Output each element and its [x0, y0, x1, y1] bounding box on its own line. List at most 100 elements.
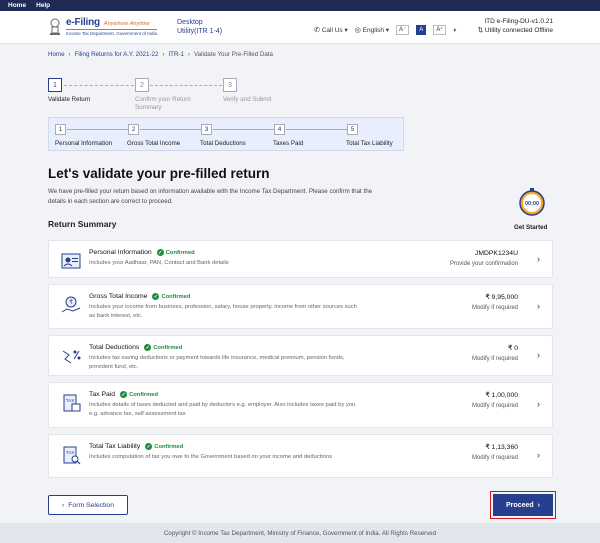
step-label: Validate Return [48, 96, 91, 103]
page-title: Let's validate your pre-filled return [48, 166, 270, 181]
top-nav-bar: Home Help [0, 0, 600, 11]
card-personal-information[interactable]: Personal Information ✓ Confirmed Includes … [48, 240, 553, 278]
confirmed-badge: ✓ Confirmed [152, 293, 190, 300]
substep-label: Total Tax Liability [346, 140, 393, 147]
card-value-main: ₹ 1,13,360 [485, 444, 518, 451]
step-validate-return: 1 Validate Return [48, 78, 118, 104]
substep-number: 2 [128, 124, 139, 135]
card-value-main: ₹ 0 [508, 345, 518, 352]
breadcrumb-home[interactable]: Home [48, 51, 65, 58]
utility-line2: Utility(ITR 1-4) [177, 28, 223, 35]
confirmed-badge: ✓ Confirmed [120, 391, 158, 398]
badge-text: Confirmed [165, 249, 195, 256]
chevron-left-icon: ‹ [62, 501, 65, 509]
card-description: Includes your Aadhaar, PAN, Contact and … [89, 260, 229, 266]
card-gross-total-income[interactable]: ₹ Gross Total Income ✓ Confirmed Includes … [48, 284, 553, 329]
chevron-right-icon: › [537, 501, 540, 509]
version-text: ITD e-Filing-DU-v1.0.21 [484, 18, 553, 25]
substep-connector [213, 129, 275, 130]
national-emblem-icon [50, 18, 60, 35]
card-value-sub: Modify if required [471, 403, 518, 409]
form-selection-button[interactable]: ‹ Form Selection [48, 495, 128, 515]
step-number: 1 [48, 78, 62, 92]
substep-gross-income[interactable]: 2 Gross Total Income [127, 124, 180, 147]
header-tools: ✆ Call Us ▾ ◎ English ▾ A⁻ A A⁺ ◐ [314, 25, 458, 35]
check-icon: ✓ [152, 293, 160, 300]
breadcrumb-filing-returns[interactable]: Filing Returns for A.Y. 2021-22 [75, 51, 159, 58]
substep-label: Total Deductions [200, 140, 246, 147]
income-hand-icon: ₹ [61, 296, 81, 313]
font-decrease-button[interactable]: A⁻ [396, 25, 410, 35]
proceed-label: Proceed [506, 501, 534, 509]
substep-deductions[interactable]: 3 Total Deductions [200, 124, 246, 147]
card-total-deductions[interactable]: Total Deductions ✓ Confirmed Includes tax … [48, 335, 553, 376]
card-value: ₹ 0 Modify if required [472, 344, 518, 364]
substep-tax-liability[interactable]: 5 Total Tax Liability [346, 124, 393, 147]
step-confirm-summary: 2 Confirm your Return Summary [135, 78, 197, 112]
substep-connector [140, 129, 202, 130]
breadcrumb-separator: › [68, 51, 71, 58]
app-header: e-Filing Anywhere Anytime Income Tax Dep… [0, 11, 600, 44]
get-started-label[interactable]: Get Started [514, 224, 547, 231]
badge-text: Confirmed [154, 443, 184, 450]
phone-icon: ✆ [314, 27, 320, 34]
proceed-highlight: Proceed › [490, 491, 556, 519]
font-normal-button[interactable]: A [416, 25, 427, 35]
card-value-sub: Modify if required [471, 455, 518, 461]
check-icon: ✓ [144, 344, 152, 351]
contrast-icon[interactable]: ◐ [453, 27, 457, 34]
card-total-tax-liability[interactable]: TAX Total Tax Liability ✓ Confirmed Includ… [48, 434, 553, 478]
breadcrumb-current: Validate Your Pre-Filled Data [193, 51, 273, 58]
substep-number: 3 [201, 124, 212, 135]
chevron-right-icon[interactable]: › [537, 301, 540, 311]
id-card-icon [61, 253, 81, 269]
check-icon: ✓ [156, 249, 164, 256]
substep-taxes-paid[interactable]: 4 Taxes Paid [273, 124, 303, 147]
card-title-text: Tax Paid [89, 391, 116, 398]
efiling-logo: e-Filing Anywhere Anytime Income Tax Dep… [66, 17, 157, 36]
nav-help-link[interactable]: Help [36, 2, 50, 9]
card-title: Tax Paid ✓ Confirmed [89, 391, 158, 398]
return-summary-heading: Return Summary [48, 219, 117, 229]
step-label: Verify and Submit [223, 96, 272, 103]
logo-main-text: e-Filing [66, 17, 100, 28]
font-increase-button[interactable]: A⁺ [433, 25, 447, 35]
card-description: Includes tax saving deductions or paymen… [89, 355, 345, 370]
card-description: Includes your income from business, prof… [89, 304, 357, 319]
chevron-right-icon[interactable]: › [537, 450, 540, 460]
deduction-percent-icon [62, 350, 81, 364]
version-info: ITD e-Filing-DU-v1.0.21 ⇅ Utility connec… [478, 17, 553, 35]
card-tax-paid[interactable]: TAX Tax Paid ✓ Confirmed Includes details … [48, 382, 553, 428]
utility-name: Desktop Utility(ITR 1-4) [177, 18, 222, 36]
chevron-right-icon[interactable]: › [537, 399, 540, 409]
connection-icon: ⇅ [477, 27, 484, 34]
step-number: 2 [135, 78, 149, 92]
svg-text:TAX: TAX [66, 398, 74, 403]
substep-number: 4 [274, 124, 285, 135]
substep-label: Personal Information [55, 140, 113, 147]
tax-document-icon: TAX [63, 394, 81, 412]
card-title: Total Deductions ✓ Confirmed [89, 344, 182, 351]
chevron-right-icon[interactable]: › [537, 350, 540, 360]
language-label: English [362, 27, 384, 34]
step-verify-submit: 3 Verify and Submit [223, 78, 293, 104]
connection-status-text: Utility connected Offline [484, 27, 553, 34]
timer-icon[interactable]: 00:00 [518, 188, 546, 216]
chevron-right-icon[interactable]: › [537, 254, 540, 264]
call-us-menu[interactable]: ✆ Call Us ▾ [314, 26, 348, 34]
logo-subtitle: Income Tax Department, Government of Ind… [66, 29, 157, 36]
check-icon: ✓ [120, 391, 128, 398]
nav-home-link[interactable]: Home [8, 2, 26, 9]
substep-personal-info[interactable]: 1 Personal Information [55, 124, 112, 147]
breadcrumb: Home › Filing Returns for A.Y. 2021-22 › I… [48, 51, 273, 58]
breadcrumb-separator: › [187, 51, 190, 58]
timer-text: 00:00 [525, 201, 539, 207]
proceed-button[interactable]: Proceed › [493, 494, 553, 516]
language-select[interactable]: ◎ English ▾ [355, 26, 389, 34]
card-title: Personal Information ✓ Confirmed [89, 249, 195, 256]
card-value: ₹ 1,13,360 Modify if required [472, 443, 518, 463]
card-value-sub: Modify if required [471, 356, 518, 362]
substep-connector [67, 129, 129, 130]
badge-text: Confirmed [161, 293, 191, 300]
breadcrumb-itr1[interactable]: ITR-1 [168, 51, 183, 58]
